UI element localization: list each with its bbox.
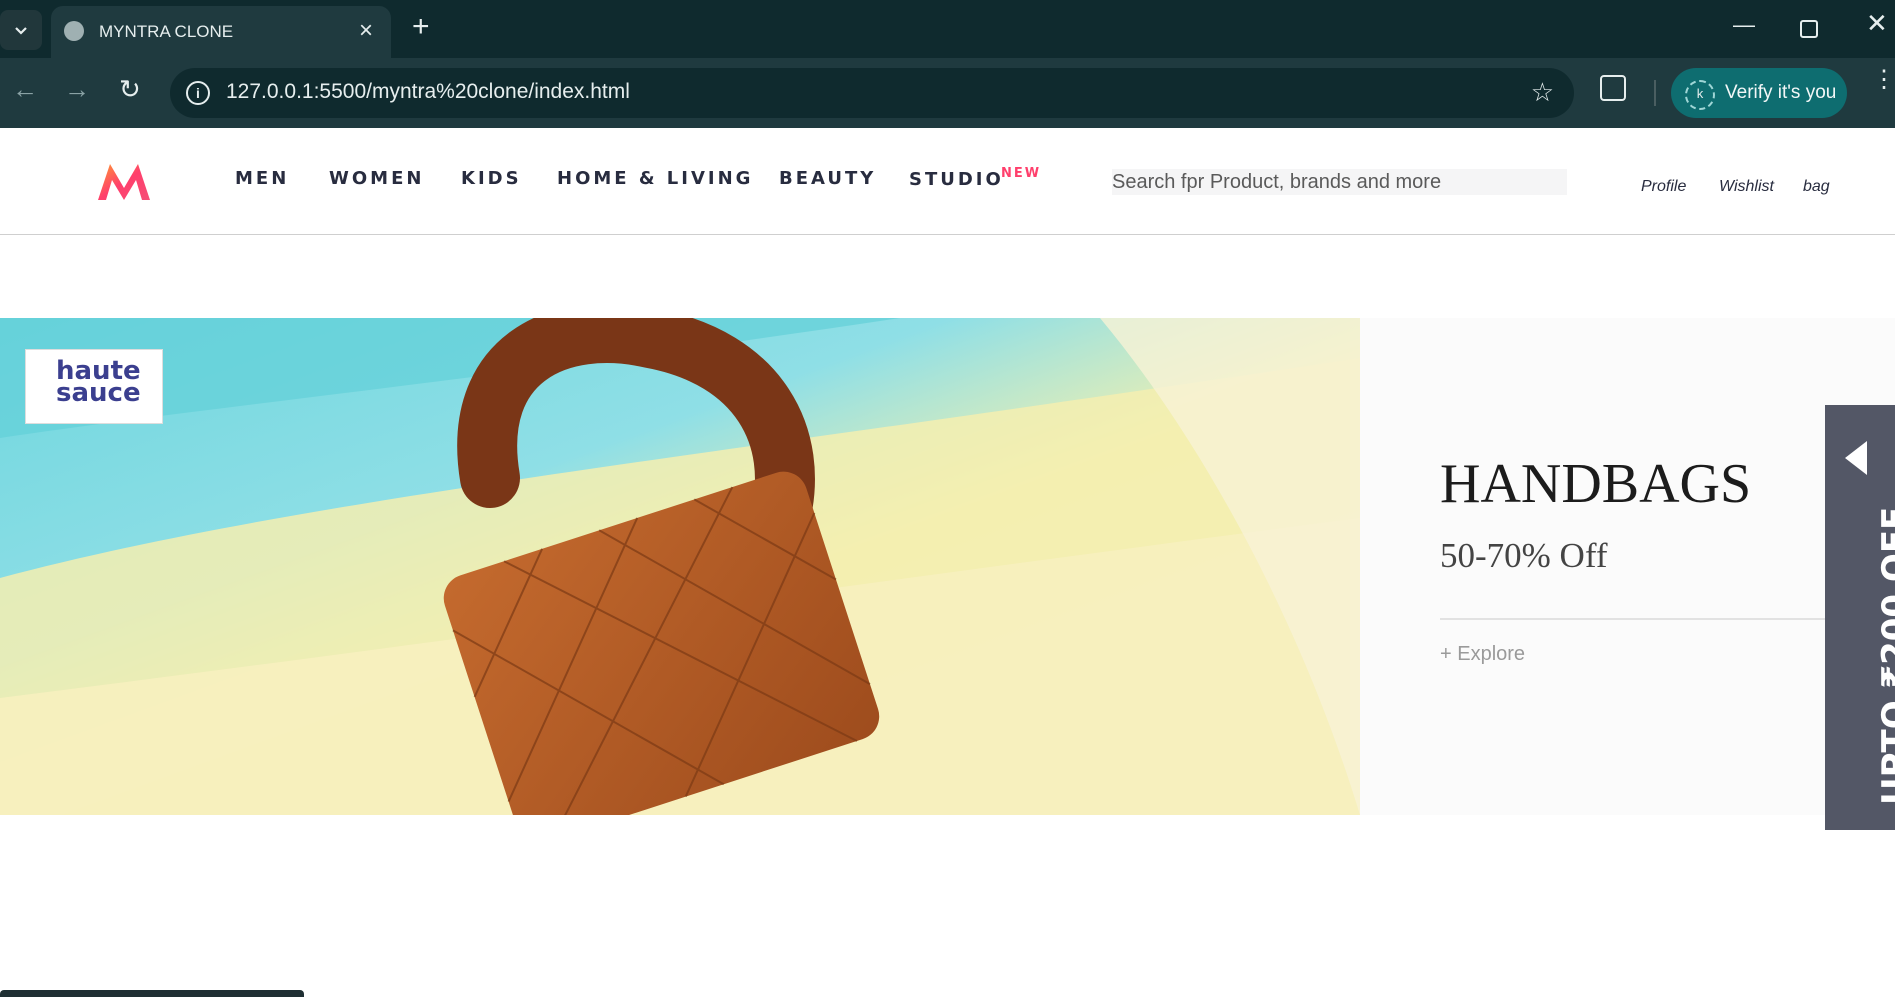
brand-logo-text: haute sauce <box>56 356 141 408</box>
wishlist-link[interactable]: Wishlist <box>1719 178 1774 196</box>
verify-label: Verify it's you <box>1725 82 1837 103</box>
search-input[interactable] <box>1112 169 1567 195</box>
restore-icon[interactable] <box>1800 20 1818 38</box>
extensions-icon[interactable] <box>1600 75 1626 101</box>
nav-women[interactable]: WOMEN <box>329 168 424 189</box>
url-text[interactable]: 127.0.0.1:5500/myntra%20clone/index.html <box>226 80 630 104</box>
myntra-logo[interactable] <box>94 158 154 203</box>
tab-search-button[interactable] <box>0 10 42 50</box>
offer-discount: 50-70% Off <box>1440 536 1608 575</box>
verify-profile-button[interactable]: k Verify it's you <box>1671 68 1847 118</box>
toolbar-divider <box>1654 80 1656 106</box>
nav-beauty[interactable]: BEAUTY <box>779 168 876 189</box>
minimize-icon[interactable]: — <box>1733 12 1755 38</box>
studio-new-badge: NEW <box>1001 166 1042 181</box>
nav-studio[interactable]: STUDIO <box>909 169 1004 190</box>
side-offer-label: UPTO ₹200 OFF <box>1875 506 1895 805</box>
new-tab-icon[interactable]: + <box>412 12 430 42</box>
browser-toolbar: ← → ↻ i 127.0.0.1:5500/myntra%20clone/in… <box>0 58 1895 128</box>
arrow-left-icon[interactable] <box>1845 441 1867 475</box>
site-header: MEN WOMEN KIDS HOME & LIVING BEAUTY STUD… <box>0 128 1895 235</box>
forward-arrow-icon[interactable]: → <box>64 74 90 105</box>
back-arrow-icon[interactable]: ← <box>12 74 38 105</box>
bookmark-star-icon[interactable]: ☆ <box>1531 77 1554 108</box>
bottom-popup-edge <box>0 990 304 997</box>
site-info-icon[interactable]: i <box>186 81 210 105</box>
nav-kids[interactable]: KIDS <box>461 168 522 189</box>
handbag-banner-image[interactable]: haute sauce <box>0 318 1360 815</box>
profile-link[interactable]: Profile <box>1641 178 1686 196</box>
chevron-down-icon <box>15 27 27 35</box>
reload-icon[interactable]: ↻ <box>119 74 141 105</box>
offer-title: HANDBAGS <box>1440 453 1752 515</box>
nav-home-living[interactable]: HOME & LIVING <box>557 168 753 189</box>
more-menu-icon[interactable]: ⋮ <box>1872 68 1895 92</box>
tab-title: MYNTRA CLONE <box>99 22 234 41</box>
banner-illustration <box>0 318 1360 815</box>
browser-tabstrip: MYNTRA CLONE × + — ✕ <box>0 0 1895 58</box>
globe-icon <box>64 21 84 41</box>
explore-link[interactable]: + Explore <box>1440 643 1525 666</box>
offer-divider <box>1440 618 1850 620</box>
close-tab-icon[interactable]: × <box>359 17 373 45</box>
bag-link[interactable]: bag <box>1803 178 1830 196</box>
window-close-icon[interactable]: ✕ <box>1866 8 1888 39</box>
address-bar[interactable]: i 127.0.0.1:5500/myntra%20clone/index.ht… <box>170 68 1574 118</box>
profile-avatar: k <box>1685 80 1715 110</box>
brand-logo-chip: haute sauce <box>25 349 163 424</box>
browser-tab[interactable]: MYNTRA CLONE × <box>51 6 391 58</box>
offer-panel: HANDBAGS 50-70% Off + Explore <box>1360 318 1895 815</box>
page: MEN WOMEN KIDS HOME & LIVING BEAUTY STUD… <box>0 128 1895 997</box>
side-offer-tab[interactable]: UPTO ₹200 OFF <box>1825 405 1895 830</box>
nav-men[interactable]: MEN <box>235 168 289 189</box>
